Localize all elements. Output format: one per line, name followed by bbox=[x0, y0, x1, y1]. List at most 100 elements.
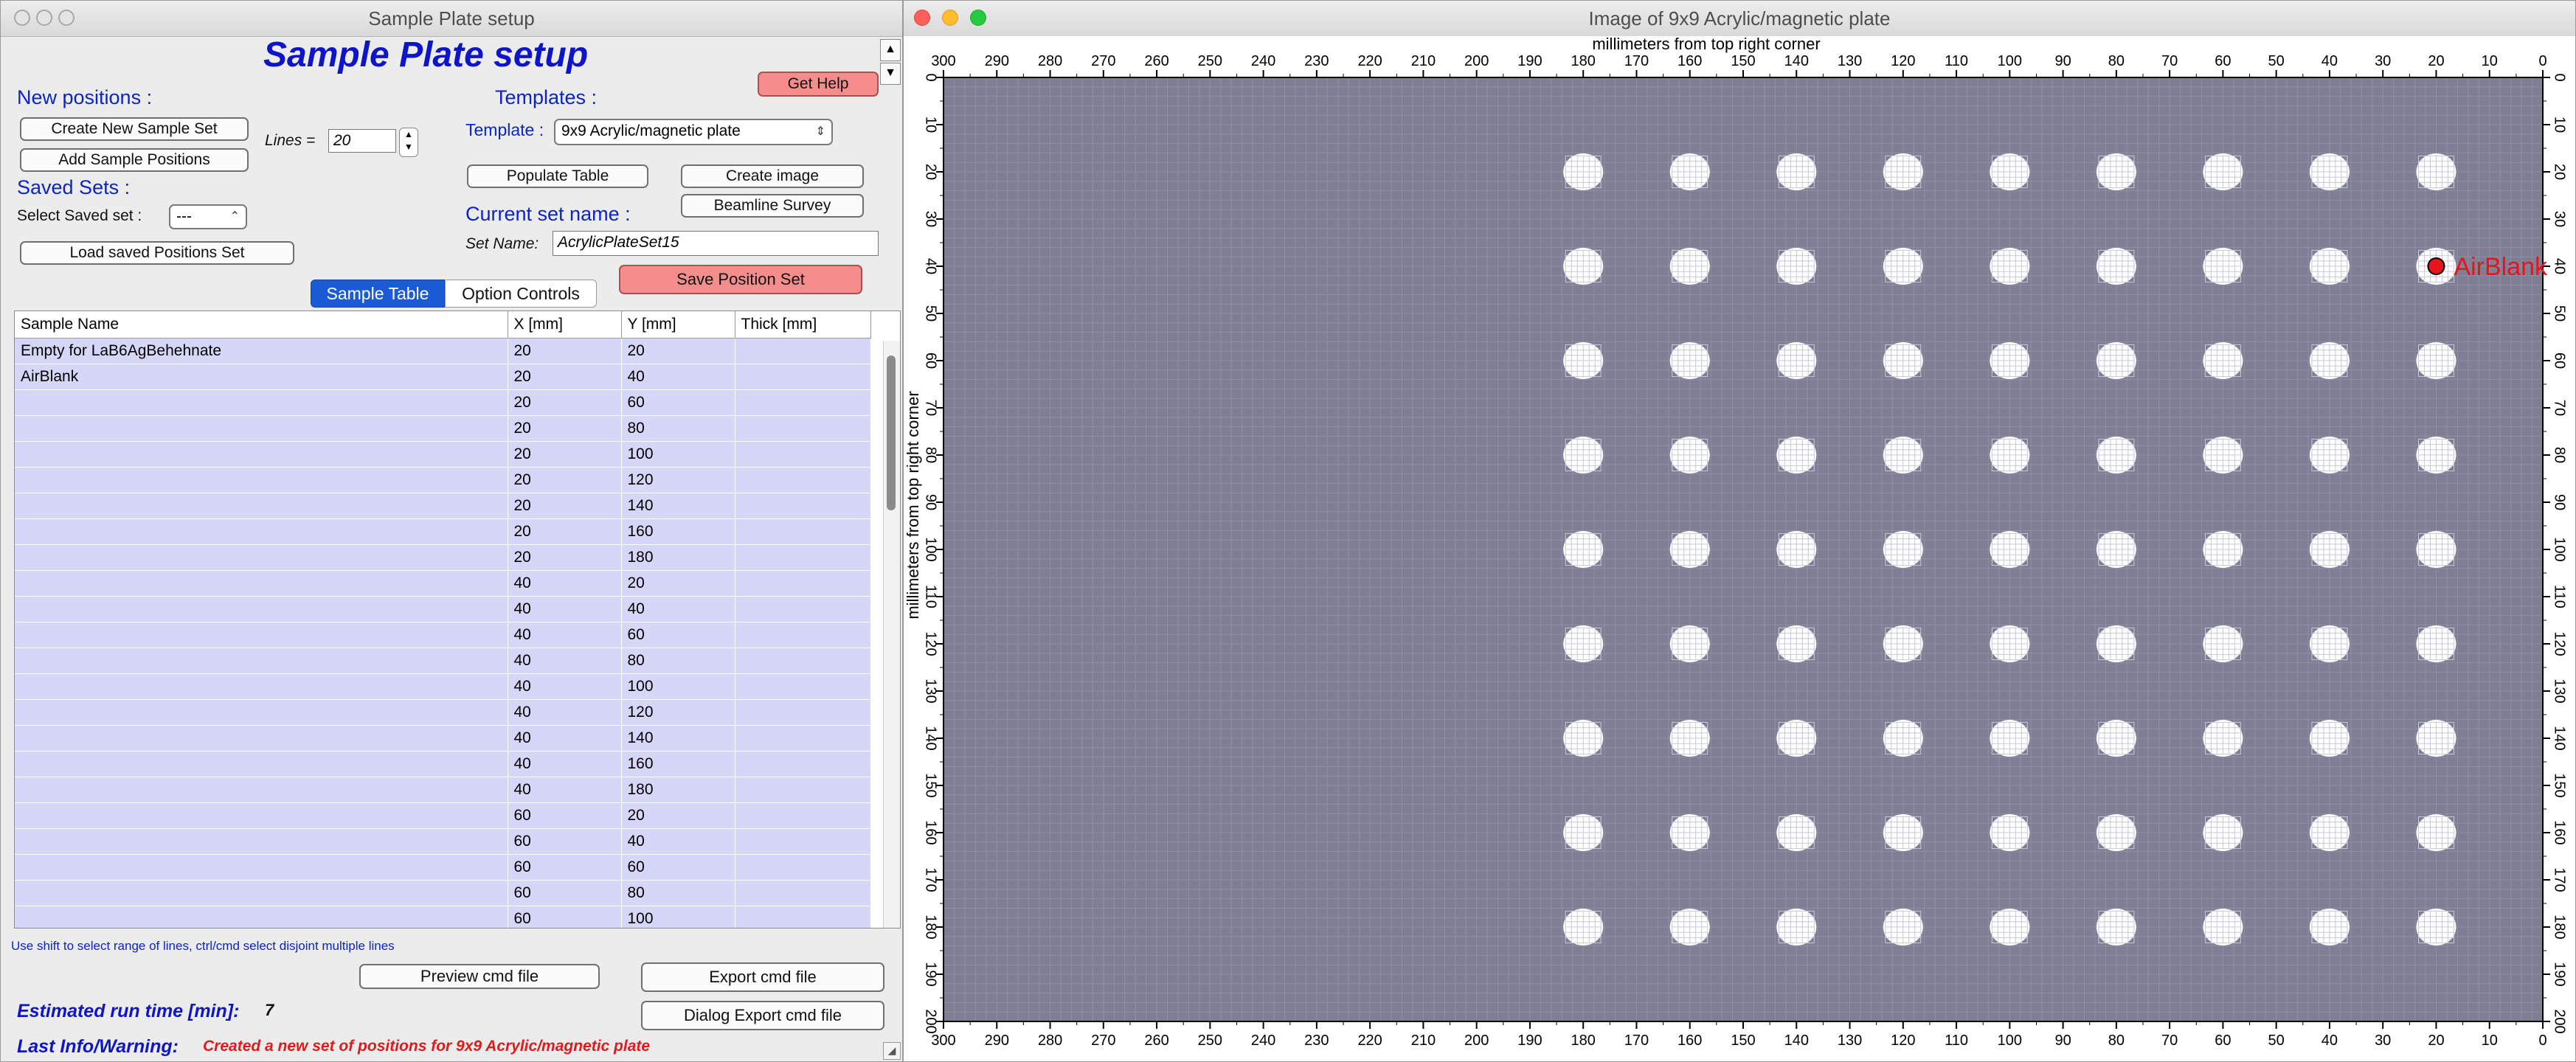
table-row[interactable]: 20 120 bbox=[15, 467, 871, 493]
table-row[interactable]: 40 120 bbox=[15, 699, 871, 726]
table-row[interactable]: 60 100 bbox=[15, 906, 871, 928]
table-cell[interactable] bbox=[15, 906, 508, 928]
table-cell[interactable]: 20 bbox=[508, 415, 622, 442]
table-cell[interactable] bbox=[735, 802, 871, 829]
table-cell[interactable]: 60 bbox=[621, 854, 735, 881]
table-cell[interactable]: 20 bbox=[508, 441, 622, 468]
table-cell[interactable] bbox=[15, 544, 508, 571]
table-row[interactable]: AirBlank 20 40 bbox=[15, 364, 871, 390]
table-row[interactable]: 60 20 bbox=[15, 802, 871, 829]
table-row[interactable]: Empty for LaB6AgBehehnate 20 20 bbox=[15, 338, 871, 364]
table-cell[interactable] bbox=[15, 802, 508, 829]
table-row[interactable]: 40 160 bbox=[15, 751, 871, 777]
table-cell[interactable]: 100 bbox=[621, 441, 735, 468]
table-cell[interactable] bbox=[15, 673, 508, 700]
table-cell[interactable] bbox=[15, 699, 508, 726]
saved-set-select[interactable]: --- ⌃ bbox=[169, 204, 247, 229]
preview-cmd-file-button[interactable]: Preview cmd file bbox=[359, 964, 600, 989]
table-cell[interactable] bbox=[15, 880, 508, 906]
table-cell[interactable] bbox=[735, 389, 871, 416]
table-cell[interactable] bbox=[15, 751, 508, 777]
table-row[interactable]: 40 140 bbox=[15, 725, 871, 752]
column-header[interactable]: X [mm] bbox=[508, 311, 622, 339]
table-row[interactable]: 40 40 bbox=[15, 596, 871, 622]
save-position-set-button[interactable]: Save Position Set bbox=[619, 265, 862, 294]
table-cell[interactable]: 40 bbox=[508, 570, 622, 597]
table-cell[interactable] bbox=[735, 622, 871, 648]
table-cell[interactable] bbox=[735, 699, 871, 726]
table-cell[interactable]: 120 bbox=[621, 699, 735, 726]
table-cell[interactable]: 40 bbox=[508, 673, 622, 700]
table-cell[interactable] bbox=[15, 596, 508, 622]
sample-table[interactable]: Sample Name X [mm] Y [mm] Thick [mm] Emp… bbox=[14, 310, 901, 929]
table-cell[interactable]: 40 bbox=[508, 622, 622, 648]
panel-scroll-up-icon[interactable]: ▲ bbox=[880, 39, 901, 61]
table-cell[interactable] bbox=[735, 467, 871, 493]
table-row[interactable]: 60 80 bbox=[15, 880, 871, 906]
tab-sample-table[interactable]: Sample Table bbox=[311, 280, 445, 308]
resize-grip-icon[interactable]: ◢ bbox=[883, 1042, 901, 1060]
lines-stepper[interactable]: ▲ ▼ bbox=[399, 128, 418, 157]
table-cell[interactable] bbox=[735, 906, 871, 928]
table-cell[interactable]: 20 bbox=[508, 389, 622, 416]
table-cell[interactable] bbox=[735, 493, 871, 519]
table-cell[interactable]: 180 bbox=[621, 777, 735, 803]
table-cell[interactable] bbox=[15, 518, 508, 545]
table-cell[interactable] bbox=[15, 725, 508, 752]
table-cell[interactable]: 60 bbox=[508, 802, 622, 829]
table-row[interactable]: 20 60 bbox=[15, 389, 871, 416]
table-cell[interactable] bbox=[15, 622, 508, 648]
table-cell[interactable]: 60 bbox=[508, 906, 622, 928]
set-name-input[interactable]: AcrylicPlateSet15 bbox=[553, 231, 879, 256]
table-cell[interactable] bbox=[735, 880, 871, 906]
populate-table-button[interactable]: Populate Table bbox=[467, 164, 648, 188]
table-cell[interactable]: 40 bbox=[621, 828, 735, 855]
export-cmd-file-button[interactable]: Export cmd file bbox=[641, 962, 884, 992]
table-cell[interactable]: 20 bbox=[621, 802, 735, 829]
table-cell[interactable]: 40 bbox=[621, 364, 735, 390]
table-cell[interactable] bbox=[15, 467, 508, 493]
template-select[interactable]: 9x9 Acrylic/magnetic plate ⇕ bbox=[554, 119, 833, 145]
table-cell[interactable]: Empty for LaB6AgBehehnate bbox=[15, 338, 508, 364]
table-cell[interactable] bbox=[15, 415, 508, 442]
table-cell[interactable]: 40 bbox=[508, 777, 622, 803]
table-cell[interactable] bbox=[735, 364, 871, 390]
table-cell[interactable] bbox=[735, 828, 871, 855]
table-cell[interactable]: 60 bbox=[508, 854, 622, 881]
beamline-survey-button[interactable]: Beamline Survey bbox=[681, 194, 864, 218]
table-cell[interactable]: AirBlank bbox=[15, 364, 508, 390]
table-cell[interactable]: 80 bbox=[621, 648, 735, 674]
table-cell[interactable]: 160 bbox=[621, 751, 735, 777]
table-cell[interactable]: 80 bbox=[621, 415, 735, 442]
table-scrollbar[interactable] bbox=[883, 341, 900, 928]
add-sample-positions-button[interactable]: Add Sample Positions bbox=[20, 148, 249, 172]
table-cell[interactable]: 60 bbox=[508, 880, 622, 906]
table-cell[interactable]: 160 bbox=[621, 518, 735, 545]
table-cell[interactable] bbox=[735, 596, 871, 622]
table-cell[interactable]: 40 bbox=[621, 596, 735, 622]
table-cell[interactable]: 40 bbox=[508, 725, 622, 752]
panel-scroll-down-icon[interactable]: ▼ bbox=[880, 63, 901, 85]
table-cell[interactable]: 100 bbox=[621, 906, 735, 928]
table-row[interactable]: 60 40 bbox=[15, 828, 871, 855]
table-cell[interactable] bbox=[15, 648, 508, 674]
table-cell[interactable] bbox=[735, 648, 871, 674]
create-image-button[interactable]: Create image bbox=[681, 164, 864, 188]
table-cell[interactable]: 140 bbox=[621, 725, 735, 752]
table-cell[interactable]: 180 bbox=[621, 544, 735, 571]
table-row[interactable]: 60 60 bbox=[15, 854, 871, 881]
table-row[interactable]: 40 20 bbox=[15, 570, 871, 597]
table-row[interactable]: 40 100 bbox=[15, 673, 871, 700]
create-new-sample-set-button[interactable]: Create New Sample Set bbox=[20, 117, 249, 141]
table-cell[interactable] bbox=[15, 493, 508, 519]
get-help-button[interactable]: Get Help bbox=[758, 72, 879, 97]
table-scrollbar-thumb[interactable] bbox=[887, 355, 896, 510]
table-cell[interactable] bbox=[735, 338, 871, 364]
column-header[interactable]: Y [mm] bbox=[621, 311, 735, 339]
load-saved-positions-button[interactable]: Load saved Positions Set bbox=[20, 241, 294, 265]
table-row[interactable]: 40 80 bbox=[15, 648, 871, 674]
table-cell[interactable]: 40 bbox=[508, 648, 622, 674]
table-cell[interactable] bbox=[735, 673, 871, 700]
table-cell[interactable] bbox=[15, 570, 508, 597]
table-cell[interactable]: 20 bbox=[621, 338, 735, 364]
